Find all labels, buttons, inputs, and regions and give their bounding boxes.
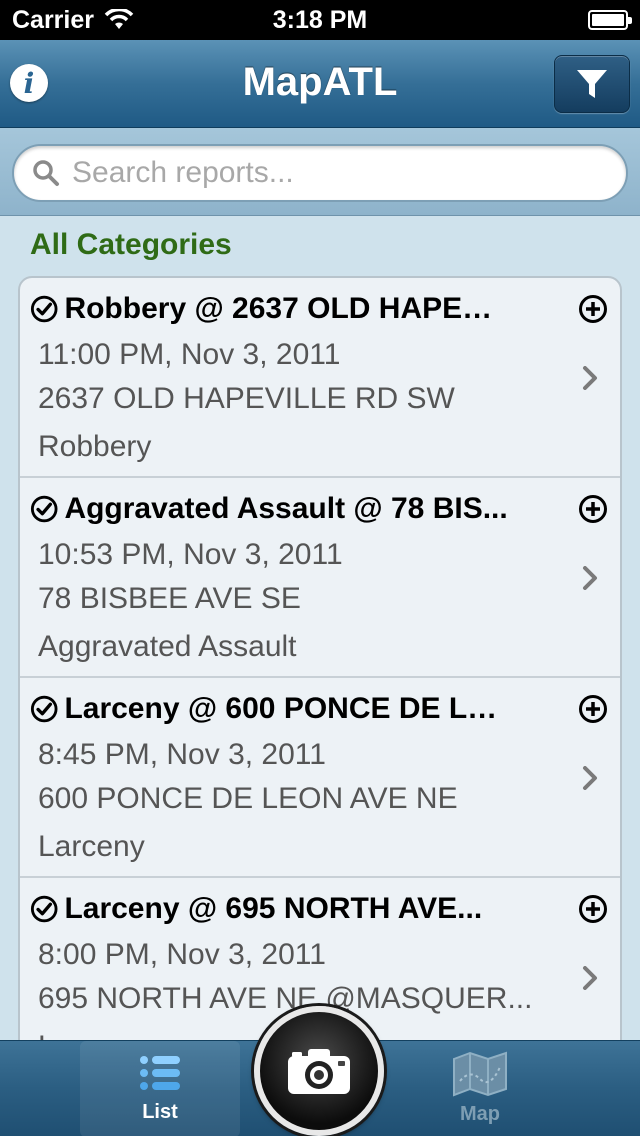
list-icon xyxy=(140,1056,180,1090)
row-title: Robbery @ 2637 OLD HAPEVI... xyxy=(30,292,510,326)
report-title: Robbery @ 2637 OLD HAPEVI... xyxy=(64,292,510,325)
camera-icon xyxy=(288,1049,350,1094)
check-circle-icon xyxy=(30,495,58,523)
nav-bar: i MapATL xyxy=(0,40,640,128)
tab-list[interactable]: List xyxy=(80,1041,240,1136)
search-field[interactable] xyxy=(12,144,628,202)
filter-icon xyxy=(577,70,607,98)
row-title: Larceny @ 600 PONCE DE LE... xyxy=(30,692,510,726)
search-area xyxy=(0,128,640,216)
section-header: All Categories xyxy=(30,228,232,261)
plus-circle-icon xyxy=(579,495,607,523)
report-time: 8:45 PM, Nov 3, 2011 xyxy=(38,738,326,771)
chevron-right-icon xyxy=(583,766,597,790)
report-category: Aggravated Assault xyxy=(38,630,297,663)
report-list[interactable]: Robbery @ 2637 OLD HAPEVI... 11:00 PM, N… xyxy=(18,276,622,1056)
report-title: Larceny @ 600 PONCE DE LE... xyxy=(64,692,510,725)
list-item[interactable]: Larceny @ 600 PONCE DE LE... 8:45 PM, No… xyxy=(20,678,620,878)
report-time: 8:00 PM, Nov 3, 2011 xyxy=(38,938,326,971)
report-address: 600 PONCE DE LEON AVE NE xyxy=(38,782,458,815)
chevron-right-icon xyxy=(583,966,597,990)
battery-icon xyxy=(588,10,632,30)
report-category: Robbery xyxy=(38,430,152,463)
report-title: Larceny @ 695 NORTH AVE... xyxy=(64,892,483,925)
filter-button[interactable] xyxy=(554,55,630,113)
status-bar: Carrier 3:18 PM xyxy=(0,0,640,40)
chevron-right-icon xyxy=(583,566,597,590)
search-icon xyxy=(33,160,59,186)
plus-circle-icon xyxy=(579,695,607,723)
report-title: Aggravated Assault @ 78 BIS... xyxy=(64,492,508,525)
camera-button[interactable] xyxy=(254,1006,384,1136)
check-circle-icon xyxy=(30,295,58,323)
check-circle-icon xyxy=(30,695,58,723)
tab-label-list: List xyxy=(142,1101,178,1123)
report-time: 11:00 PM, Nov 3, 2011 xyxy=(38,338,341,371)
page-title: MapATL xyxy=(242,60,398,104)
wifi-icon xyxy=(104,9,134,29)
plus-circle-icon xyxy=(579,295,607,323)
status-left: Carrier xyxy=(12,6,134,35)
check-circle-icon xyxy=(30,895,58,923)
tab-label-map: Map xyxy=(460,1103,500,1125)
add-report-button[interactable] xyxy=(578,294,608,329)
add-report-button[interactable] xyxy=(578,494,608,529)
report-address: 2637 OLD HAPEVILLE RD SW xyxy=(38,382,455,415)
row-title: Larceny @ 695 NORTH AVE... xyxy=(30,892,510,926)
report-time: 10:53 PM, Nov 3, 2011 xyxy=(38,538,343,571)
search-input[interactable] xyxy=(72,156,592,190)
list-item[interactable]: Robbery @ 2637 OLD HAPEVI... 11:00 PM, N… xyxy=(20,278,620,478)
report-address: 78 BISBEE AVE SE xyxy=(38,582,301,615)
report-category: Larceny xyxy=(38,830,145,863)
carrier-label: Carrier xyxy=(12,5,94,34)
add-report-button[interactable] xyxy=(578,894,608,929)
tab-map[interactable]: Map xyxy=(400,1041,560,1136)
list-item[interactable]: Aggravated Assault @ 78 BIS... 10:53 PM,… xyxy=(20,478,620,678)
add-report-button[interactable] xyxy=(578,694,608,729)
row-title: Aggravated Assault @ 78 BIS... xyxy=(30,492,510,526)
chevron-right-icon xyxy=(583,366,597,390)
plus-circle-icon xyxy=(579,895,607,923)
map-icon xyxy=(453,1051,507,1097)
